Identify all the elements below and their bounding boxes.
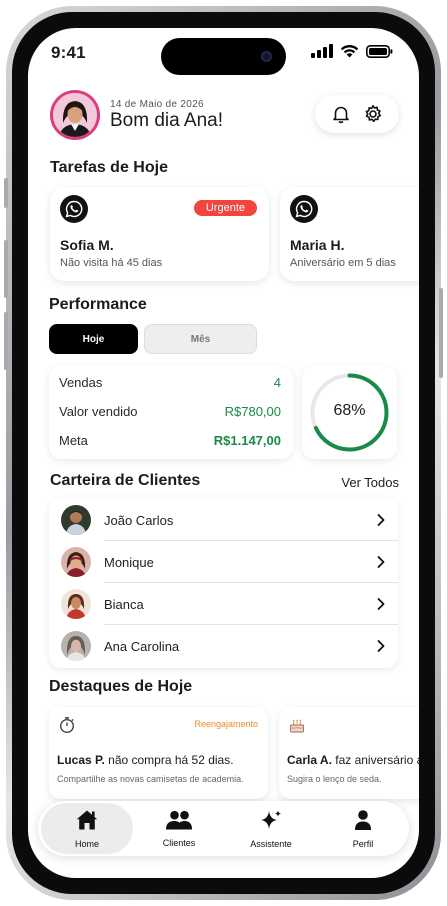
sparkle-icon	[259, 809, 283, 836]
user-avatar[interactable]	[50, 90, 100, 140]
status-time: 9:41	[51, 43, 86, 62]
bell-icon[interactable]	[331, 104, 351, 124]
urgent-badge: Urgente	[193, 200, 257, 216]
nav-label: Assistente	[250, 838, 292, 849]
task-card[interactable]: Urgente Sofia M. Não visita há 45 dias	[50, 187, 269, 281]
perf-row-sold-value: Valor vendido R$780,00	[59, 404, 281, 419]
clients-title: Carteira de Clientes	[50, 472, 201, 489]
power-button	[439, 288, 443, 378]
chevron-right-icon	[376, 513, 386, 527]
nav-perfil[interactable]: Perfil	[317, 803, 409, 854]
stopwatch-icon	[58, 716, 76, 734]
see-all-link[interactable]: Ver Todos	[341, 475, 399, 490]
performance-title: Performance	[49, 296, 147, 313]
client-row[interactable]: Bianca	[49, 583, 398, 625]
person-icon	[352, 809, 374, 836]
highlight-client-name: Lucas P.	[57, 753, 105, 767]
nav-clientes[interactable]: Clientes	[133, 803, 225, 854]
tab-hoje[interactable]: Hoje	[49, 324, 138, 354]
users-icon	[165, 810, 193, 835]
highlight-text: Carla A. faz aniversário a	[287, 753, 419, 767]
whatsapp-icon[interactable]	[290, 195, 318, 223]
dynamic-island	[161, 38, 286, 75]
task-detail: Aniversário em 5 dias	[290, 257, 396, 269]
highlight-client-name: Carla A.	[287, 753, 332, 767]
task-client-name: Sofia M.	[60, 237, 114, 253]
client-name: Monique	[104, 554, 154, 570]
chevron-right-icon	[376, 597, 386, 611]
task-client-name: Maria H.	[290, 237, 345, 253]
battery-icon	[366, 44, 393, 63]
bottom-nav: Home Clientes Assistente Perfil	[38, 801, 409, 856]
highlight-message: não compra há 52 dias.	[104, 753, 234, 767]
chevron-right-icon	[376, 639, 386, 653]
settings-icon[interactable]	[363, 104, 383, 124]
volume-up-button	[4, 240, 8, 298]
task-card[interactable]: Maria H. Aniversário em 5 dias	[280, 187, 419, 281]
goal-progress-label: 68%	[333, 402, 366, 419]
client-avatar	[61, 505, 91, 535]
volume-down-button	[4, 312, 8, 370]
perf-label: Valor vendido	[59, 404, 138, 419]
cake-icon	[288, 716, 306, 734]
client-avatar	[61, 589, 91, 619]
highlight-card[interactable]: Carla A. faz aniversário a Sugira o lenç…	[279, 707, 419, 799]
nav-home[interactable]: Home	[41, 803, 133, 854]
goal-progress-card: 68%	[302, 366, 397, 459]
camera-icon	[261, 51, 272, 62]
highlight-message: faz aniversário a	[331, 753, 419, 767]
current-date: 14 de Maio de 2026	[110, 99, 204, 110]
nav-assistente[interactable]: Assistente	[225, 803, 317, 854]
perf-label: Meta	[59, 433, 88, 448]
client-name: Bianca	[104, 596, 144, 612]
client-row[interactable]: Ana Carolina	[49, 625, 398, 667]
perf-row-sales: Vendas 4	[59, 375, 281, 390]
perf-row-goal: Meta R$1.147,00	[59, 433, 281, 448]
perf-value: R$780,00	[224, 404, 281, 419]
home-icon	[75, 809, 99, 836]
app-screen: 9:41 14 de Maio de 2026 Bom dia Ana! Tar…	[28, 28, 419, 878]
client-avatar	[61, 631, 91, 661]
client-row[interactable]: Monique	[49, 541, 398, 583]
perf-value: R$1.147,00	[213, 433, 281, 448]
nav-label: Home	[74, 838, 99, 849]
highlight-text: Lucas P. não compra há 52 dias.	[57, 753, 234, 767]
tasks-title: Tarefas de Hoje	[50, 159, 168, 176]
tab-mes[interactable]: Mês	[144, 324, 257, 354]
nav-label: Clientes	[162, 837, 196, 848]
perf-value: 4	[273, 375, 281, 390]
header-actions	[315, 95, 399, 133]
action-button	[4, 178, 8, 208]
highlight-card[interactable]: Reengajamento Lucas P. não compra há 52 …	[49, 707, 268, 799]
chevron-right-icon	[376, 555, 386, 569]
client-name: Ana Carolina	[104, 638, 180, 654]
highlight-tag: Reengajamento	[194, 719, 258, 729]
greeting-text: Bom dia Ana!	[110, 110, 224, 131]
client-avatar	[61, 547, 91, 577]
status-icons	[311, 44, 393, 63]
client-row[interactable]: João Carlos	[49, 499, 398, 541]
nav-label: Perfil	[352, 838, 374, 849]
whatsapp-icon[interactable]	[60, 195, 88, 223]
highlight-suggestion: Sugira o lenço de seda.	[287, 774, 382, 784]
task-detail: Não visita há 45 dias	[60, 257, 163, 269]
highlight-suggestion: Compartilhe as novas camisetas de academ…	[57, 774, 244, 784]
clients-list: João Carlos Monique Bianca Ana Carolina	[49, 498, 398, 668]
perf-label: Vendas	[59, 375, 103, 390]
highlights-title: Destaques de Hoje	[49, 678, 193, 695]
performance-card: Vendas 4 Valor vendido R$780,00 Meta R$1…	[49, 366, 293, 459]
signal-icon	[311, 44, 333, 63]
wifi-icon	[340, 44, 359, 63]
client-name: João Carlos	[104, 512, 174, 528]
